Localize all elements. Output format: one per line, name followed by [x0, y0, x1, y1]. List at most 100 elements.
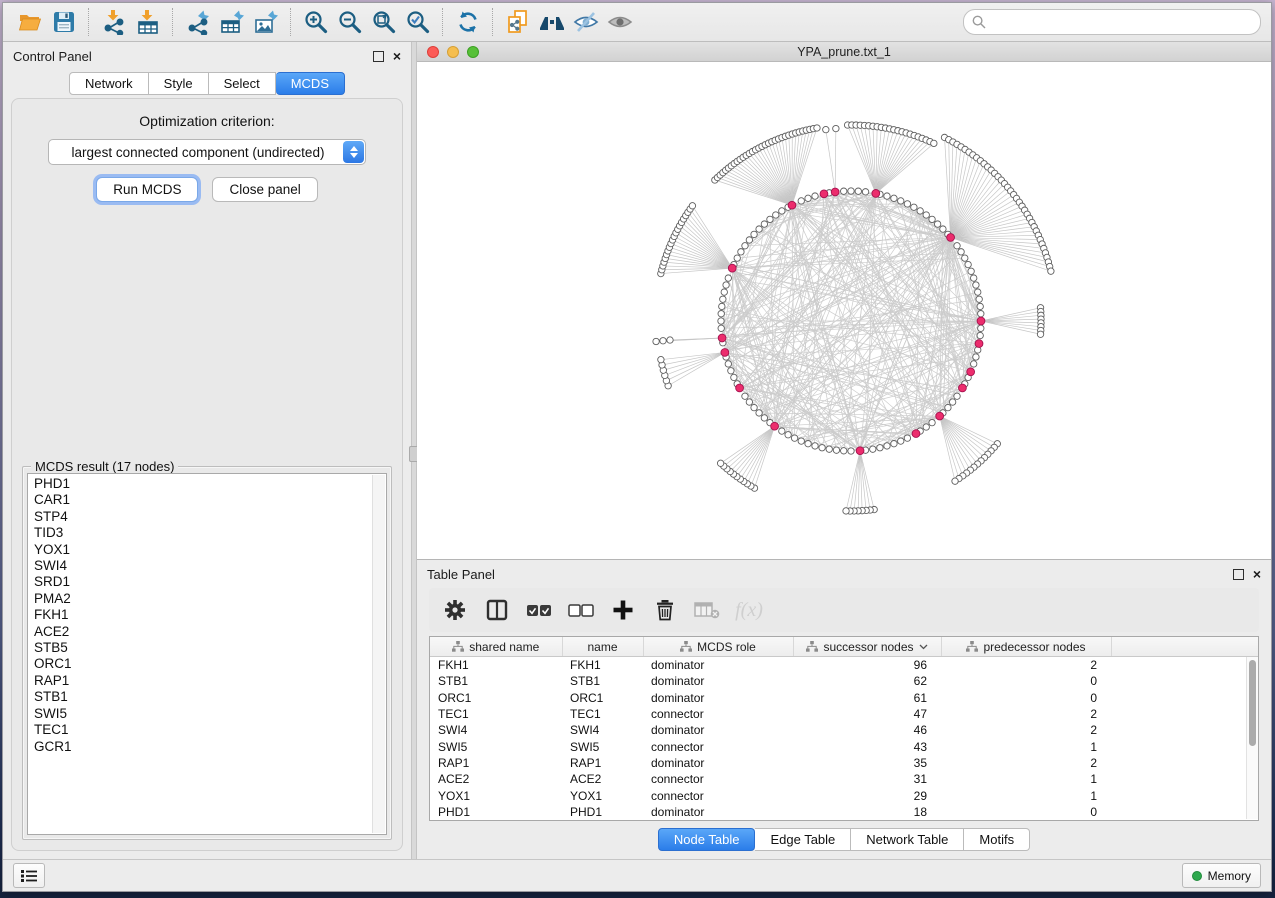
- graph-node[interactable]: [734, 255, 740, 261]
- graph-node[interactable]: [718, 311, 724, 317]
- mcds-result-item[interactable]: ORC1: [34, 656, 386, 672]
- graph-node[interactable]: [791, 435, 797, 441]
- import-network-button[interactable]: [97, 7, 131, 37]
- graph-node[interactable]: [717, 460, 723, 466]
- float-panel-icon[interactable]: [1233, 569, 1244, 580]
- zoom-out-button[interactable]: [333, 7, 367, 37]
- graph-node[interactable]: [653, 338, 659, 344]
- add-row-button[interactable]: [607, 594, 639, 626]
- table-row[interactable]: ORC1ORC1dominator610: [430, 690, 1258, 706]
- mcds-result-item[interactable]: STB1: [34, 689, 386, 705]
- graph-node[interactable]: [971, 275, 977, 281]
- mcds-result-listbox[interactable]: PHD1CAR1STP4TID3YOX1SWI4SRD1PMA2FKH1ACE2…: [27, 473, 387, 835]
- graph-node[interactable]: [814, 125, 820, 131]
- graph-node[interactable]: [891, 441, 897, 447]
- tab-node-table[interactable]: Node Table: [658, 828, 756, 851]
- mcds-result-item[interactable]: TEC1: [34, 722, 386, 738]
- graph-hub-node[interactable]: [959, 384, 967, 392]
- graph-node[interactable]: [833, 125, 839, 131]
- graph-node[interactable]: [978, 311, 984, 317]
- graph-hub-node[interactable]: [736, 384, 744, 392]
- graph-node[interactable]: [833, 447, 839, 453]
- graph-node[interactable]: [977, 332, 983, 338]
- mcds-result-item[interactable]: SRD1: [34, 574, 386, 590]
- zoom-selected-button[interactable]: [401, 7, 435, 37]
- graph-hub-node[interactable]: [721, 349, 729, 357]
- search-input[interactable]: [992, 14, 1252, 30]
- table-row[interactable]: SWI5SWI5connector431: [430, 738, 1258, 754]
- graph-node[interactable]: [761, 221, 767, 227]
- tab-network-table[interactable]: Network Table: [851, 828, 964, 851]
- table-row[interactable]: YOX1YOX1connector291: [430, 787, 1258, 803]
- graph-node[interactable]: [952, 478, 958, 484]
- graph-node[interactable]: [962, 255, 968, 261]
- graph-node[interactable]: [805, 195, 811, 201]
- graph-node[interactable]: [978, 325, 984, 331]
- graph-node[interactable]: [848, 448, 854, 454]
- graph-hub-node[interactable]: [912, 430, 920, 438]
- table-row[interactable]: PHD1PHD1dominator180: [430, 804, 1258, 820]
- graph-node[interactable]: [746, 399, 752, 405]
- close-panel-icon[interactable]: ×: [1253, 570, 1261, 579]
- column-header-predecessor-nodes[interactable]: predecessor nodes: [941, 637, 1111, 657]
- memory-button[interactable]: Memory: [1182, 863, 1261, 888]
- tab-select[interactable]: Select: [209, 72, 276, 95]
- graph-node[interactable]: [718, 318, 724, 324]
- optimization-criterion-dropdown[interactable]: largest connected component (undirected): [48, 139, 366, 165]
- graph-node[interactable]: [965, 261, 971, 267]
- graph-node[interactable]: [756, 410, 762, 416]
- network-titlebar[interactable]: YPA_prune.txt_1: [417, 42, 1271, 62]
- graph-node[interactable]: [917, 208, 923, 214]
- hide-selection-button[interactable]: [569, 7, 603, 37]
- table-options-button[interactable]: [439, 594, 471, 626]
- graph-node[interactable]: [923, 424, 929, 430]
- graph-node[interactable]: [779, 428, 785, 434]
- graph-node[interactable]: [898, 198, 904, 204]
- graph-node[interactable]: [843, 508, 849, 514]
- graph-node[interactable]: [723, 282, 729, 288]
- graph-node[interactable]: [761, 415, 767, 421]
- graph-node[interactable]: [848, 188, 854, 194]
- graph-node[interactable]: [742, 393, 748, 399]
- export-image-button[interactable]: [249, 7, 283, 37]
- graph-node[interactable]: [870, 446, 876, 452]
- mcds-result-item[interactable]: PHD1: [34, 476, 386, 492]
- graph-node[interactable]: [728, 368, 734, 374]
- graph-node[interactable]: [911, 204, 917, 210]
- show-all-button[interactable]: [603, 7, 637, 37]
- graph-node[interactable]: [721, 289, 727, 295]
- graph-node[interactable]: [742, 243, 748, 249]
- graph-node[interactable]: [841, 448, 847, 454]
- graph-node[interactable]: [954, 393, 960, 399]
- graph-node[interactable]: [826, 446, 832, 452]
- table-row[interactable]: TEC1TEC1connector472: [430, 706, 1258, 722]
- mcds-result-item[interactable]: STB5: [34, 640, 386, 656]
- graph-node[interactable]: [904, 201, 910, 207]
- graph-node[interactable]: [973, 282, 979, 288]
- show-columns-button[interactable]: [481, 594, 513, 626]
- graph-node[interactable]: [929, 216, 935, 222]
- ui-settings-button[interactable]: [13, 863, 45, 888]
- graph-node[interactable]: [823, 126, 829, 132]
- mcds-result-scrollbar[interactable]: [372, 475, 385, 833]
- graph-node[interactable]: [773, 212, 779, 218]
- first-neighbors-button[interactable]: [535, 7, 569, 37]
- graph-hub-node[interactable]: [977, 317, 985, 325]
- graph-node[interactable]: [949, 399, 955, 405]
- graph-hub-node[interactable]: [856, 447, 864, 455]
- graph-node[interactable]: [785, 432, 791, 438]
- graph-node[interactable]: [658, 356, 664, 362]
- graph-node[interactable]: [718, 325, 724, 331]
- export-table-button[interactable]: [215, 7, 249, 37]
- import-table-button[interactable]: [131, 7, 165, 37]
- close-panel-icon[interactable]: ×: [393, 52, 401, 61]
- tab-edge-table[interactable]: Edge Table: [755, 828, 851, 851]
- tab-mcds[interactable]: MCDS: [276, 72, 345, 95]
- graph-node[interactable]: [689, 203, 695, 209]
- graph-node[interactable]: [958, 249, 964, 255]
- graph-node[interactable]: [731, 374, 737, 380]
- graph-node[interactable]: [954, 243, 960, 249]
- tab-motifs[interactable]: Motifs: [964, 828, 1030, 851]
- graph-node[interactable]: [751, 404, 757, 410]
- graph-hub-node[interactable]: [947, 234, 955, 242]
